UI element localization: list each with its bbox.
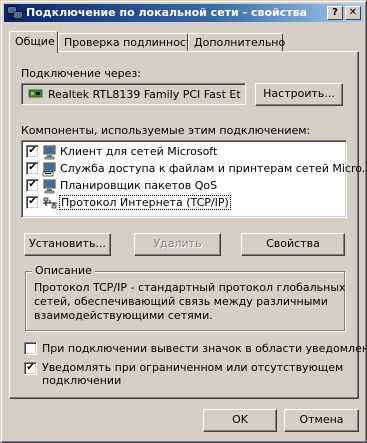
tab-authentication[interactable]: Проверка подлинности — [58, 33, 200, 52]
description-line: Протокол TCP/IP - стандартный протокол г… — [34, 281, 346, 294]
show-icon-checkbox[interactable] — [24, 342, 37, 355]
properties-dialog: Подключение по локальной сети - свойства… — [0, 0, 367, 443]
tab-advanced-label: Дополнительно — [194, 36, 286, 49]
components-label: Компоненты, используемые этим подключени… — [21, 124, 311, 137]
component-checkbox[interactable]: ✔ — [26, 196, 39, 209]
description-title: Описание — [32, 264, 95, 277]
component-checkbox[interactable]: ✔ — [26, 145, 39, 158]
notify-label-line[interactable]: Уведомлять при ограниченном или отсутств… — [42, 361, 343, 374]
tab-authentication-label: Проверка подлинности — [64, 36, 200, 49]
tab-panel-general: Подключение через: Realtek RTL8139 Famil… — [9, 51, 367, 399]
component-label: Планировщик пакетов QoS — [60, 179, 218, 192]
notify-checkbox[interactable]: ✔ — [24, 362, 37, 375]
component-checkbox[interactable]: ✔ — [26, 162, 39, 175]
description-line: сетей, обеспечивающий связь между различ… — [34, 295, 328, 308]
network-connection-icon — [7, 6, 23, 20]
configure-button-label: Настроить... — [263, 87, 335, 100]
tab-general-label: Общие — [15, 35, 55, 48]
network-adapter-icon — [28, 89, 43, 99]
component-label: Служба доступа к файлам и принтерам сете… — [60, 162, 367, 175]
show-icon-label[interactable]: При подключении вывести значок в области… — [42, 342, 367, 355]
uninstall-button-label: Удалить — [153, 237, 202, 250]
description-group: Описание Протокол TCP/IP - стандартный п… — [25, 264, 346, 331]
close-button[interactable]: ✕ — [345, 6, 361, 20]
properties-button-label: Свойства — [266, 237, 320, 250]
cancel-button[interactable]: Отмена — [284, 409, 359, 432]
title-bar[interactable]: Подключение по локальной сети - свойства… — [4, 4, 363, 22]
ok-button-label: OK — [232, 413, 248, 426]
uninstall-button[interactable]: Удалить — [134, 233, 221, 256]
configure-button[interactable]: Настроить... — [255, 83, 343, 106]
components-list[interactable]: ✔ Клиент для сетей Microsoft ✔ Служба до… — [21, 140, 367, 218]
adapter-field: Realtek RTL8139 Family PCI Fast Et — [21, 83, 246, 105]
help-button[interactable]: ? — [327, 6, 343, 20]
component-label: Клиент для сетей Microsoft — [60, 145, 218, 158]
tab-advanced[interactable]: Дополнительно — [188, 33, 286, 52]
tab-general[interactable]: Общие — [9, 31, 58, 53]
cancel-button-label: Отмена — [299, 413, 344, 426]
window-title: Подключение по локальной сети - свойства — [26, 6, 307, 19]
protocol-icon — [43, 197, 57, 209]
network-client-icon — [43, 145, 56, 160]
notify-label-line[interactable]: подключении — [42, 374, 121, 387]
list-item[interactable]: ✔ Клиент для сетей Microsoft — [26, 144, 336, 160]
component-label: Протокол Интернета (TCP/IP) — [59, 195, 231, 210]
ok-button[interactable]: OK — [203, 409, 277, 432]
packet-scheduler-icon — [43, 179, 56, 194]
component-checkbox[interactable]: ✔ — [26, 179, 39, 192]
list-item[interactable]: ✔ Протокол Интернета (TCP/IP) — [26, 195, 336, 211]
properties-button[interactable]: Свойства — [241, 233, 345, 256]
description-line: взаимодействующими сетями. — [34, 309, 213, 322]
list-item[interactable]: ✔ Планировщик пакетов QoS — [26, 178, 336, 194]
connect-using-label: Подключение через: — [21, 67, 141, 80]
install-button[interactable]: Установить... — [24, 233, 111, 256]
install-button-label: Установить... — [29, 237, 106, 250]
adapter-name: Realtek RTL8139 Family PCI Fast Et — [48, 88, 241, 101]
list-item[interactable]: ✔ Служба доступа к файлам и принтерам се… — [26, 161, 367, 177]
file-printer-sharing-icon — [42, 162, 56, 177]
